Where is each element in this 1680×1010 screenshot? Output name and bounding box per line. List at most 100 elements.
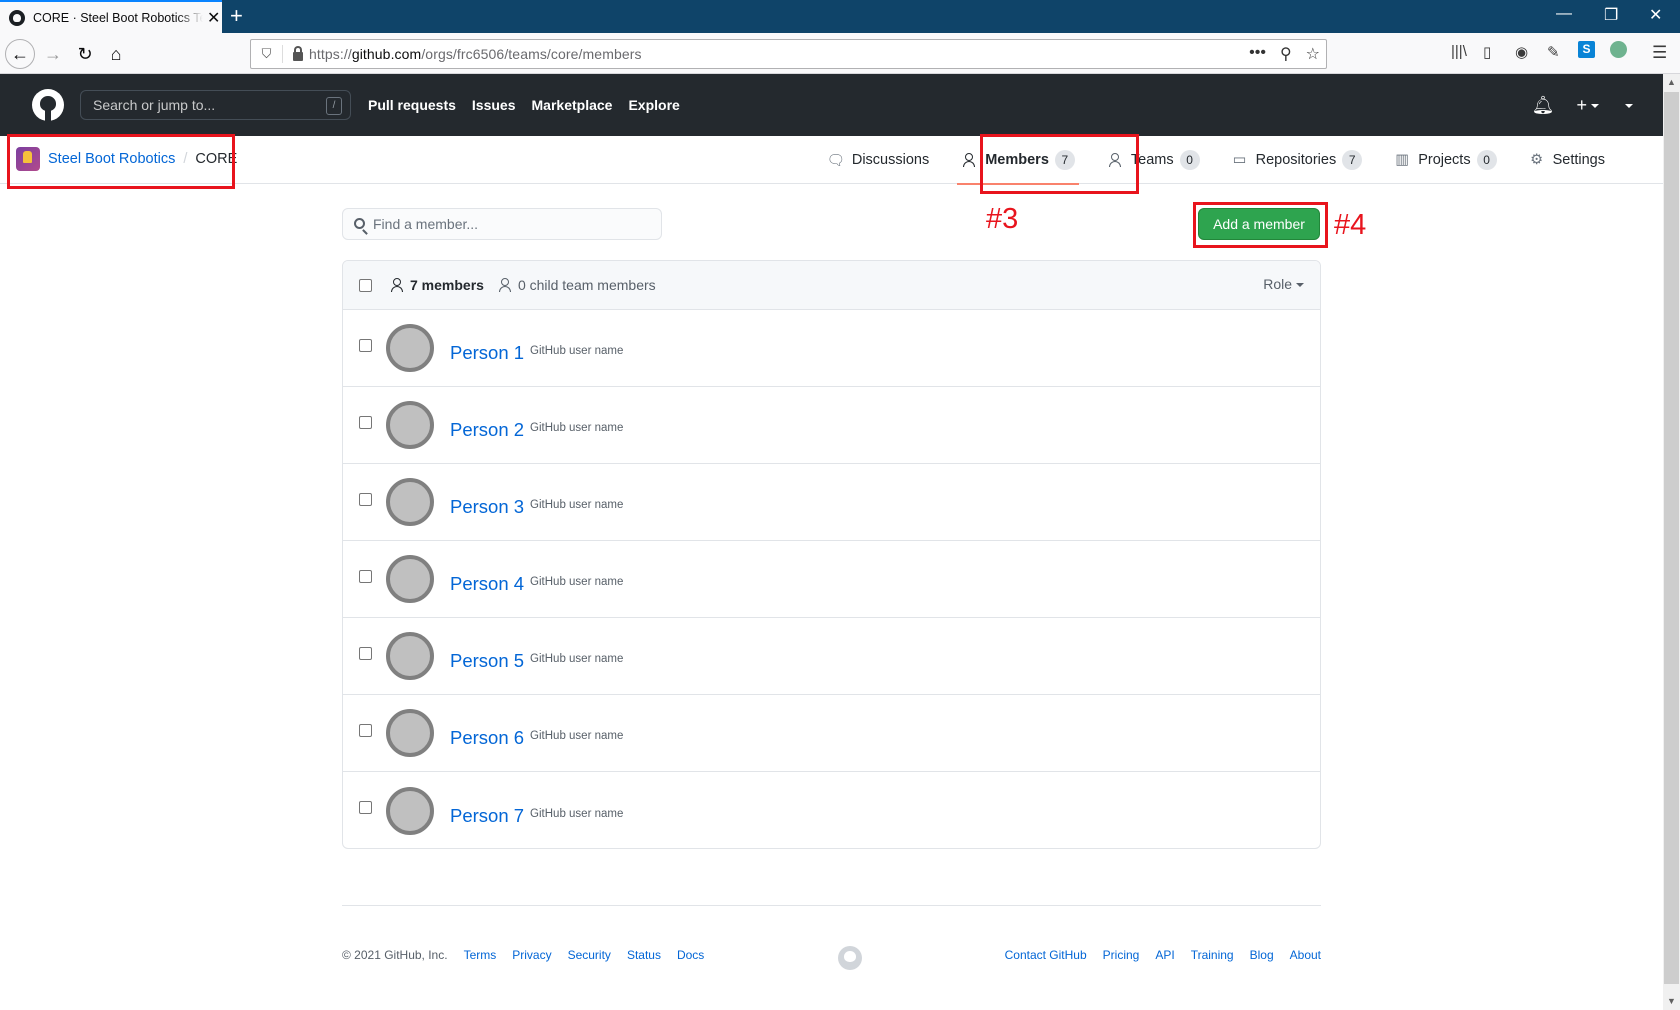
members-list: 7 members 0 child team members Role Pers…	[342, 260, 1321, 849]
sidebar-icon[interactable]: ▯	[1483, 43, 1491, 61]
member-checkbox[interactable]	[359, 801, 372, 814]
footer-copyright: © 2021 GitHub, Inc.	[342, 948, 448, 962]
member-avatar[interactable]	[386, 478, 434, 526]
member-avatar[interactable]	[386, 632, 434, 680]
bookmark-star-icon[interactable]: ☆	[1306, 44, 1320, 64]
new-tab-button[interactable]: +	[230, 3, 243, 29]
search-icon	[354, 218, 365, 229]
add-member-button[interactable]: Add a member	[1198, 208, 1320, 240]
extension-key-icon[interactable]: ⚲	[1280, 44, 1292, 64]
member-checkbox[interactable]	[359, 646, 372, 660]
footer-github-logo-icon[interactable]	[838, 946, 862, 970]
member-name-link[interactable]: Person 5	[450, 650, 524, 672]
member-avatar[interactable]	[386, 709, 434, 757]
forward-button[interactable]: →	[38, 39, 68, 69]
footer-link-docs[interactable]: Docs	[677, 948, 704, 962]
browser-toolbar: ← → ↻ ⌂ ⛉ https://github.com/orgs/frc650…	[0, 33, 1680, 74]
tab-label: Discussions	[851, 152, 930, 168]
close-tab-icon[interactable]: ✕	[207, 8, 220, 28]
member-checkbox[interactable]	[359, 723, 372, 737]
members-count[interactable]: 7 members	[390, 277, 484, 293]
member-name-link[interactable]: Person 2	[450, 419, 524, 441]
home-button[interactable]: ⌂	[101, 39, 131, 69]
account-icon[interactable]: ◉	[1515, 43, 1528, 61]
member-checkbox[interactable]	[359, 569, 372, 583]
nav-pull-requests[interactable]: Pull requests	[368, 97, 456, 113]
member-username: GitHub user name	[530, 422, 624, 434]
back-button[interactable]: ←	[5, 39, 35, 69]
lock-icon[interactable]	[293, 45, 303, 61]
select-all-checkbox[interactable]	[359, 278, 372, 292]
nav-marketplace[interactable]: Marketplace	[532, 97, 613, 113]
reload-button[interactable]: ↻	[70, 39, 100, 69]
url-bar[interactable]: ⛉ https://github.com/orgs/frc6506/teams/…	[250, 39, 1327, 69]
child-team-members[interactable]: 0 child team members	[498, 277, 656, 293]
tab-projects[interactable]: ▥ Projects 0	[1378, 136, 1512, 184]
scrollbar-thumb[interactable]	[1664, 92, 1679, 984]
minimize-window-icon[interactable]: —	[1556, 5, 1572, 23]
search-placeholder: Search or jump to...	[93, 97, 216, 113]
tab-discussions[interactable]: 🗨︎ Discussions	[812, 136, 945, 184]
footer-link-privacy[interactable]: Privacy	[512, 948, 551, 962]
footer-link-terms[interactable]: Terms	[464, 948, 497, 962]
tab-repositories[interactable]: ▭ Repositories 7	[1216, 136, 1379, 184]
extension-circle-icon[interactable]	[1610, 41, 1627, 58]
find-member-placeholder: Find a member...	[373, 216, 479, 232]
menu-hamburger-icon[interactable]: ☰	[1652, 43, 1667, 63]
gear-icon: ⚙	[1530, 152, 1544, 168]
browser-tab[interactable]: CORE · Steel Boot Robotics Team ✕	[0, 0, 222, 33]
footer-link-about[interactable]: About	[1290, 948, 1321, 962]
member-name-link[interactable]: Person 3	[450, 496, 524, 518]
global-search-input[interactable]: Search or jump to... /	[80, 90, 351, 120]
url-text[interactable]: https://github.com/orgs/frc6506/teams/co…	[309, 46, 642, 62]
find-member-input[interactable]: Find a member...	[342, 208, 662, 240]
close-window-icon[interactable]: ✕	[1649, 5, 1662, 25]
role-filter-dropdown[interactable]: Role	[1263, 276, 1304, 292]
member-checkbox[interactable]	[359, 415, 372, 429]
search-shortcut-hint: /	[326, 97, 342, 115]
member-row: Person 4 GitHub user name	[343, 541, 1320, 618]
nav-issues[interactable]: Issues	[472, 97, 516, 113]
member-avatar[interactable]	[386, 786, 434, 835]
scroll-down-arrow-icon[interactable]: ▼	[1663, 993, 1680, 1010]
scroll-up-arrow-icon[interactable]: ▲	[1663, 74, 1680, 91]
member-username: GitHub user name	[530, 807, 624, 820]
page-scrollbar[interactable]: ▲ ▼	[1663, 74, 1680, 1010]
member-checkbox[interactable]	[359, 492, 372, 506]
notifications-bell-icon[interactable]: 🔔︎	[1532, 95, 1555, 116]
chevron-down-icon	[1591, 103, 1599, 108]
footer-link-security[interactable]: Security	[568, 948, 611, 962]
user-menu-dropdown[interactable]	[1621, 95, 1633, 116]
members-list-header: 7 members 0 child team members Role	[343, 261, 1320, 310]
tab-settings[interactable]: ⚙ Settings	[1513, 136, 1621, 184]
library-icon[interactable]: |||\	[1451, 43, 1467, 60]
annotation-box-breadcrumb	[7, 134, 235, 189]
member-avatar[interactable]	[386, 401, 434, 449]
restore-window-icon[interactable]: ❐	[1604, 5, 1618, 25]
annotation-box-members-tab	[980, 134, 1139, 194]
member-name-link[interactable]: Person 1	[450, 342, 524, 364]
extension-s-icon[interactable]: S	[1578, 41, 1595, 58]
member-row: Person 3 GitHub user name	[343, 464, 1320, 541]
tracking-protection-shield-icon[interactable]: ⛉	[251, 45, 283, 63]
member-name-link[interactable]: Person 4	[450, 573, 524, 595]
github-logo-icon[interactable]	[32, 89, 64, 121]
extension-raccoon-icon[interactable]: ✎	[1547, 43, 1560, 61]
footer-link-pricing[interactable]: Pricing	[1103, 948, 1140, 962]
footer-link-api[interactable]: API	[1155, 948, 1174, 962]
footer-link-contact[interactable]: Contact GitHub	[1005, 948, 1087, 962]
member-checkbox[interactable]	[359, 338, 372, 352]
member-avatar[interactable]	[386, 555, 434, 603]
member-name-link[interactable]: Person 6	[450, 727, 524, 749]
create-new-dropdown[interactable]: +	[1576, 95, 1599, 116]
annotation-label-4: #4	[1334, 209, 1367, 241]
member-name-link[interactable]: Person 7	[450, 805, 524, 827]
member-avatar[interactable]	[386, 324, 434, 372]
footer-link-training[interactable]: Training	[1191, 948, 1234, 962]
footer-link-status[interactable]: Status	[627, 948, 661, 962]
member-username: GitHub user name	[530, 653, 624, 665]
footer-link-blog[interactable]: Blog	[1250, 948, 1274, 962]
member-row: Person 2 GitHub user name	[343, 387, 1320, 464]
nav-explore[interactable]: Explore	[628, 97, 679, 113]
page-actions-icon[interactable]: •••	[1249, 44, 1266, 64]
